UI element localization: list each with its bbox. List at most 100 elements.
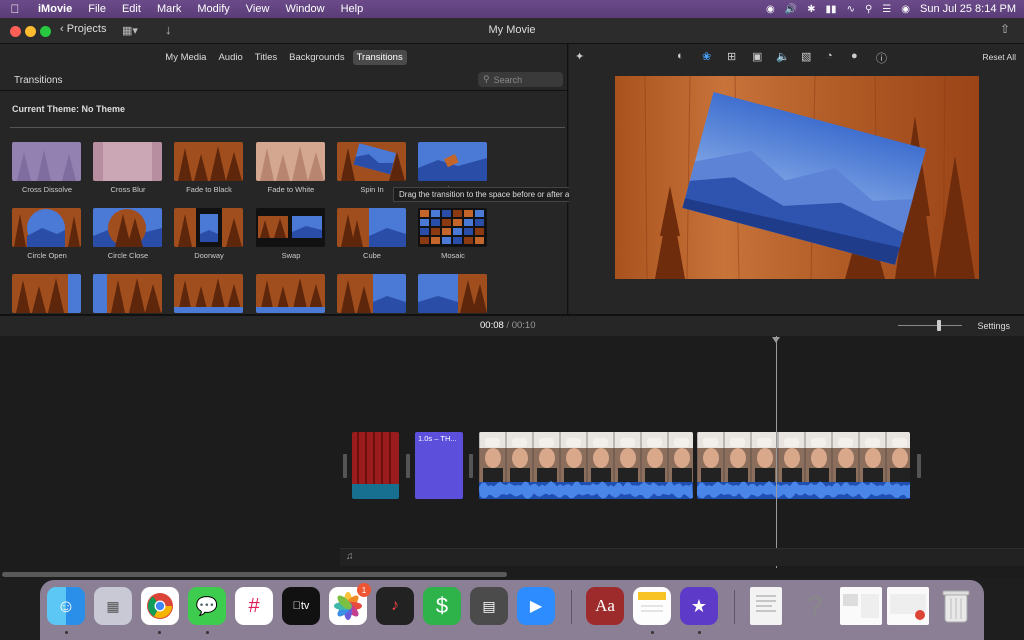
transition-label: Cube: [363, 251, 381, 260]
clip-gap-handle[interactable]: [343, 454, 347, 478]
timeline-settings-button[interactable]: Settings: [977, 321, 1010, 331]
transition-item[interactable]: Fade to White: [256, 142, 326, 194]
dock-notes[interactable]: [633, 587, 671, 625]
dock-preview-window[interactable]: [840, 587, 882, 625]
transition-item[interactable]: Circle Open: [12, 208, 82, 260]
clip-gap-handle[interactable]: [469, 454, 473, 478]
timeline[interactable]: 1.0s – TH... ♫: [0, 336, 1024, 578]
crop-icon[interactable]: ⊞: [727, 50, 736, 63]
transition-item[interactable]: Fade to Black: [174, 142, 244, 194]
clip-red-curtain[interactable]: [352, 432, 399, 499]
clip-gap-handle[interactable]: [406, 454, 410, 478]
control-center-icon[interactable]: ☰: [882, 4, 891, 15]
battery-icon[interactable]: ▮▮: [826, 4, 837, 15]
library-toggle-icon[interactable]: ▦▾: [122, 24, 138, 37]
tab-backgrounds[interactable]: Backgrounds: [285, 50, 348, 65]
transition-thumbnail: [93, 274, 162, 313]
dock-zoom[interactable]: ▶: [517, 587, 555, 625]
dock-trash[interactable]: [937, 587, 975, 625]
menu-file[interactable]: File: [80, 3, 114, 15]
transition-label: Circle Open: [27, 251, 67, 260]
transition-item[interactable]: [337, 274, 407, 314]
siri-icon[interactable]: ◉: [901, 4, 910, 15]
reset-all-button[interactable]: Reset All: [982, 52, 1016, 62]
speed-icon[interactable]: ◔: [826, 50, 833, 62]
creative-cloud-icon[interactable]: ◉: [766, 4, 775, 15]
info-icon[interactable]: ⓘ: [876, 50, 887, 66]
volume-icon[interactable]: 🔈: [776, 50, 790, 63]
dock-photos[interactable]: 1: [329, 583, 371, 625]
menu-window[interactable]: Window: [277, 3, 332, 15]
menu-mark[interactable]: Mark: [149, 3, 189, 15]
total-time: 00:10: [511, 320, 536, 331]
playhead[interactable]: [776, 336, 777, 568]
dock-dictionary[interactable]: Aa: [586, 587, 624, 625]
close-window-button[interactable]: [10, 26, 21, 37]
dock-chrome-window[interactable]: [887, 587, 929, 625]
transition-item[interactable]: [174, 274, 244, 314]
audio-track[interactable]: ♫: [340, 548, 1024, 566]
time-separator: /: [506, 320, 510, 331]
chrome-icon: [147, 593, 173, 619]
wifi-icon[interactable]: ∿: [847, 4, 855, 15]
dock-money[interactable]: $: [423, 587, 461, 625]
transition-item[interactable]: [12, 274, 82, 314]
dock-document[interactable]: [750, 587, 782, 625]
menu-modify[interactable]: Modify: [189, 3, 237, 15]
zoom-slider-track[interactable]: [898, 325, 962, 326]
dock-imovie[interactable]: ★: [680, 587, 718, 625]
share-icon[interactable]: ⇧: [1000, 22, 1010, 36]
color-balance-icon[interactable]: ◐: [677, 50, 684, 62]
filter-icon[interactable]: ●: [851, 50, 858, 62]
tab-transitions[interactable]: Transitions: [352, 50, 407, 65]
bluetooth-icon[interactable]: ✱: [807, 4, 815, 15]
clip-title[interactable]: 1.0s – TH...: [415, 432, 463, 499]
transition-item[interactable]: Cross Blur: [93, 142, 163, 194]
zoom-slider-handle[interactable]: [937, 320, 941, 331]
minimize-window-button[interactable]: [25, 26, 36, 37]
dock-messages[interactable]: 💬: [188, 587, 226, 625]
horizontal-scrollbar[interactable]: [2, 572, 507, 577]
tab-my-media[interactable]: My Media: [161, 50, 210, 65]
dock-audio-editor[interactable]: ♪: [376, 587, 414, 625]
menu-app-name[interactable]: iMovie: [30, 3, 80, 15]
menu-view[interactable]: View: [238, 3, 278, 15]
import-icon[interactable]: ↓: [165, 22, 172, 37]
transition-item[interactable]: [93, 274, 163, 314]
dock-help[interactable]: ?: [796, 587, 834, 625]
projects-back-button[interactable]: ‹ Projects: [60, 23, 106, 35]
transition-item[interactable]: Doorway: [174, 208, 244, 260]
transition-item[interactable]: Cube: [337, 208, 407, 260]
dock-scanner[interactable]: ▤: [470, 587, 508, 625]
dock-apple-tv[interactable]: tv: [282, 587, 320, 625]
apple-menu-icon[interactable]: : [0, 2, 30, 16]
tab-titles[interactable]: Titles: [251, 50, 281, 65]
clip-video-2[interactable]: [697, 432, 910, 499]
equalizer-icon[interactable]: ▧: [801, 50, 811, 63]
dock-slack[interactable]: #: [235, 587, 273, 625]
color-correction-icon[interactable]: ❀: [702, 50, 711, 63]
clip-gap-handle[interactable]: [917, 454, 921, 478]
transition-item[interactable]: Cross Dissolve: [12, 142, 82, 194]
stabilization-icon[interactable]: ▣: [752, 50, 762, 63]
menu-help[interactable]: Help: [333, 3, 372, 15]
spotlight-icon[interactable]: ⚲: [865, 4, 872, 15]
clip-video-1[interactable]: [479, 432, 693, 499]
fullscreen-window-button[interactable]: [40, 26, 51, 37]
transition-item[interactable]: Circle Close: [93, 208, 163, 260]
dock-separator: [571, 590, 572, 624]
transition-item[interactable]: Swap: [256, 208, 326, 260]
transition-item[interactable]: [418, 274, 488, 314]
dock-chrome[interactable]: [141, 587, 179, 625]
menu-edit[interactable]: Edit: [114, 3, 149, 15]
transition-item[interactable]: Mosaic: [418, 208, 488, 260]
dock-launchpad[interactable]: ▦: [94, 587, 132, 625]
magic-wand-icon[interactable]: ✦: [575, 50, 584, 63]
dock-finder[interactable]: ☺: [47, 587, 85, 625]
search-input[interactable]: ⚲ Search: [478, 72, 563, 87]
menu-clock[interactable]: Sun Jul 25 8:14 PM: [920, 3, 1016, 15]
volume-status-icon[interactable]: 🔊: [785, 4, 797, 15]
tab-audio[interactable]: Audio: [214, 50, 246, 65]
transition-item[interactable]: [256, 274, 326, 314]
video-preview[interactable]: [615, 76, 979, 279]
